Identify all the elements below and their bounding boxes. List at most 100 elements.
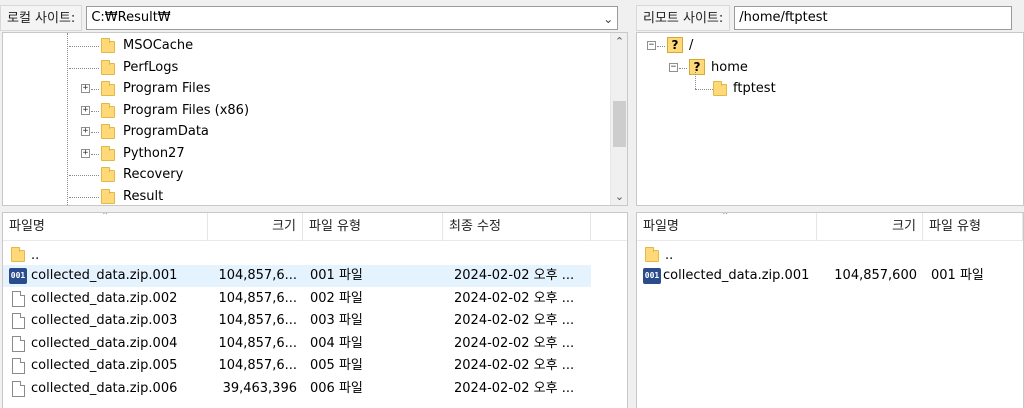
local-tree-panel: MSOCache PerfLogs + Program Files + Program F… — [2, 32, 628, 206]
cell-size: 104,857,6... — [218, 268, 297, 283]
tree-guide-line — [69, 196, 99, 198]
tree-item[interactable]: Result — [3, 186, 603, 206]
table-row[interactable]: collected_data.zip.003 104,857,6... 003 파일… — [3, 310, 591, 332]
cell-size: 104,857,6... — [218, 335, 297, 351]
tree-item-label: ftptest — [733, 81, 776, 96]
column-header-type[interactable]: 파일 유형 — [923, 213, 1023, 241]
expand-icon[interactable]: + — [81, 148, 90, 158]
collapse-icon[interactable]: − — [647, 41, 656, 50]
cell-name: collected_data.zip.004 — [31, 335, 178, 351]
remote-tree-panel: −? / −? home ftptest — [636, 32, 1024, 206]
folder-icon — [101, 102, 115, 118]
cell-type: 001 파일 — [931, 268, 984, 283]
cell-name: collected_data.zip.003 — [31, 313, 178, 328]
tree-guide-line — [69, 46, 99, 47]
tree-item[interactable]: + Program Files — [3, 78, 603, 99]
sort-ascending-icon: ⌃ — [101, 212, 110, 222]
cell-modified: 2024-02-02 오후 ... — [454, 335, 575, 351]
cell-type: 006 파일 — [310, 380, 363, 396]
folder-icon — [101, 167, 115, 182]
tree-item[interactable]: MSOCache — [3, 35, 603, 56]
table-row[interactable]: 001 collected_data.zip.001 104,857,600 001 … — [637, 265, 1023, 287]
tree-guide-line — [657, 46, 665, 47]
table-row[interactable]: collected_data.zip.004 104,857,6... 004 파일… — [3, 333, 591, 355]
list-item-parent[interactable]: .. — [637, 243, 1023, 265]
remote-site-path-input[interactable]: /home/ftptest — [734, 6, 1013, 30]
file-icon — [12, 290, 25, 307]
cell-name: collected_data.zip.002 — [31, 290, 178, 306]
local-site-path-text: C:₩Result₩ — [91, 10, 171, 25]
collapse-icon[interactable]: − — [669, 62, 678, 72]
scroll-down-icon[interactable]: ⌄ — [611, 188, 627, 205]
local-tree-scrollbar[interactable]: ⌃ ⌄ — [610, 33, 627, 205]
expand-icon[interactable]: + — [81, 105, 90, 115]
tree-item-label: home — [711, 59, 748, 75]
list-item-parent[interactable]: .. — [3, 243, 627, 265]
table-row[interactable]: collected_data.zip.005 104,857,6... 005 파일… — [3, 355, 591, 377]
column-header-type[interactable]: 파일 유형 — [303, 213, 443, 241]
tree-item-label: MSOCache — [123, 38, 194, 53]
column-header-size[interactable]: 크기 — [208, 213, 303, 241]
tree-item[interactable]: −? home — [637, 57, 1007, 78]
tree-item-label: ProgramData — [123, 124, 209, 139]
tree-item-label: / — [689, 38, 694, 53]
local-site-bar: 로컬 사이트: C:₩Result₩ ⌄ — [0, 4, 628, 32]
cell-size: 104,857,6... — [218, 313, 297, 328]
cell-type: 005 파일 — [310, 358, 363, 373]
tree-item[interactable]: + Program Files (x86) — [3, 100, 603, 121]
folder-icon — [101, 81, 115, 96]
parent-dir-label: .. — [665, 248, 674, 263]
folder-icon — [101, 59, 115, 75]
chevron-down-icon[interactable]: ⌄ — [603, 8, 613, 30]
column-header-modified[interactable]: 최종 수정 — [443, 213, 591, 241]
remote-site-bar: 리모트 사이트: /home/ftptest — [636, 4, 1024, 32]
cell-size: 104,857,6... — [218, 290, 297, 306]
zip-001-icon: 001 — [9, 268, 27, 284]
tree-guide-line — [91, 89, 99, 90]
cell-size: 104,857,6... — [218, 358, 297, 373]
tree-guide-line — [695, 89, 713, 90]
cell-name: collected_data.zip.001 — [663, 268, 810, 283]
remote-site-label: 리모트 사이트: — [636, 5, 731, 31]
folder-icon — [101, 38, 115, 53]
tree-item-label: Result — [123, 188, 164, 204]
question-folder-icon: ? — [689, 58, 705, 75]
zip-001-icon: 001 — [643, 268, 661, 284]
table-row[interactable]: collected_data.zip.002 104,857,6... 002 파일… — [3, 288, 591, 310]
table-row[interactable]: collected_data.zip.006 39,463,396 006 파일 20… — [3, 378, 591, 400]
folder-icon — [713, 81, 727, 96]
cell-name: collected_data.zip.001 — [31, 268, 178, 283]
scroll-up-icon[interactable]: ⌃ — [611, 33, 627, 50]
cell-type: 004 파일 — [310, 335, 363, 351]
remote-file-list: 파일명 ⌃ 크기 파일 유형 .. 001 collected_data.zip.… — [636, 212, 1024, 408]
local-list-header: 파일명 ⌃ 크기 파일 유형 최종 수정 — [3, 213, 627, 241]
cell-modified: 2024-02-02 오후 ... — [454, 380, 575, 396]
file-icon — [12, 380, 25, 397]
folder-icon — [11, 247, 25, 262]
tree-item[interactable]: −? / — [637, 35, 1007, 56]
expand-icon[interactable]: + — [81, 127, 90, 136]
tree-guide-line — [679, 67, 687, 69]
tree-guide-line — [91, 132, 99, 133]
column-header-size[interactable]: 크기 — [817, 213, 923, 241]
tree-item-label: PerfLogs — [123, 59, 179, 75]
cell-name: collected_data.zip.006 — [31, 380, 178, 396]
local-site-path-input[interactable]: C:₩Result₩ ⌄ — [86, 6, 619, 30]
remote-site-path-text: /home/ftptest — [739, 10, 828, 25]
tree-guide-line — [695, 70, 696, 89]
expand-icon[interactable]: + — [81, 84, 90, 93]
tree-guide-line — [69, 175, 99, 176]
tree-item[interactable]: + ProgramData — [3, 121, 603, 142]
tree-guide-line — [69, 67, 99, 69]
table-row[interactable]: 001 collected_data.zip.001 104,857,6... 001… — [3, 265, 591, 287]
tree-item[interactable]: Recovery — [3, 164, 603, 185]
tree-item[interactable]: PerfLogs — [3, 57, 603, 78]
file-icon — [12, 313, 25, 329]
cell-size: 39,463,396 — [222, 380, 297, 396]
scroll-thumb[interactable] — [613, 101, 626, 147]
tree-item-label: Recovery — [123, 167, 184, 182]
tree-item[interactable]: + Python27 — [3, 143, 603, 164]
cell-type: 001 파일 — [310, 268, 363, 283]
folder-icon — [101, 188, 115, 204]
tree-item[interactable]: ftptest — [637, 70, 1007, 99]
